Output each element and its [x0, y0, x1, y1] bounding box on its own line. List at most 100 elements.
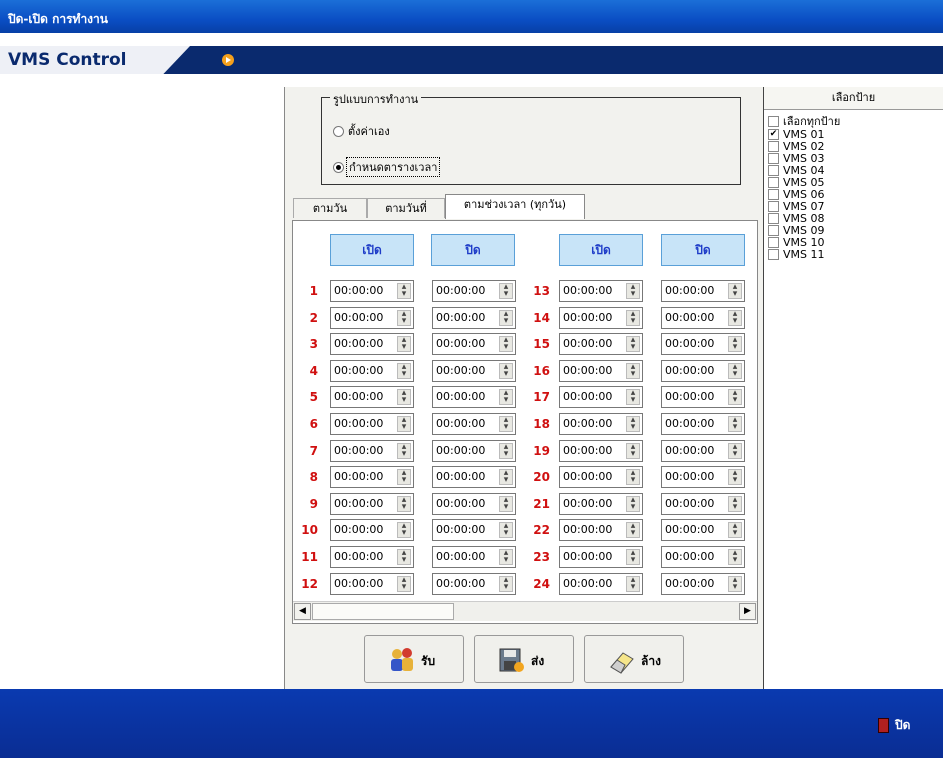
spinner-icon[interactable]: ▴ ▾: [728, 496, 742, 512]
open-time-input[interactable]: 00:00:00 ▴ ▾: [559, 360, 643, 382]
spinner-icon[interactable]: ▴ ▾: [626, 469, 640, 485]
sign-label[interactable]: VMS 01: [783, 129, 825, 140]
horizontal-scrollbar[interactable]: ◀ ▶: [293, 601, 757, 621]
spinner-icon[interactable]: ▴ ▾: [499, 469, 513, 485]
spinner-icon[interactable]: ▴ ▾: [397, 363, 411, 379]
sign-checkbox[interactable]: [768, 201, 779, 212]
clear-button[interactable]: ล้าง: [584, 635, 684, 683]
radio-schedule[interactable]: [333, 162, 344, 173]
close-time-input[interactable]: 00:00:00 ▴ ▾: [432, 466, 516, 488]
sign-label[interactable]: VMS 06: [783, 189, 825, 200]
tab-by-time-range[interactable]: ตามช่วงเวลา (ทุกวัน): [445, 194, 585, 219]
open-time-input[interactable]: 00:00:00 ▴ ▾: [330, 546, 414, 568]
close-time-input[interactable]: 00:00:00 ▴ ▾: [432, 280, 516, 302]
close-time-input[interactable]: 00:00:00 ▴ ▾: [661, 493, 745, 515]
spinner-icon[interactable]: ▴ ▾: [397, 576, 411, 592]
spinner-icon[interactable]: ▴ ▾: [499, 549, 513, 565]
close-time-input[interactable]: 00:00:00 ▴ ▾: [432, 493, 516, 515]
close-time-input[interactable]: 00:00:00 ▴ ▾: [661, 440, 745, 462]
close-time-input[interactable]: 00:00:00 ▴ ▾: [432, 386, 516, 408]
sign-label[interactable]: VMS 03: [783, 153, 825, 164]
spinner-icon[interactable]: ▴ ▾: [626, 283, 640, 299]
open-time-input[interactable]: 00:00:00 ▴ ▾: [330, 440, 414, 462]
close-time-input[interactable]: 00:00:00 ▴ ▾: [661, 333, 745, 355]
spinner-icon[interactable]: ▴ ▾: [626, 549, 640, 565]
spinner-icon[interactable]: ▴ ▾: [397, 522, 411, 538]
spinner-icon[interactable]: ▴ ▾: [626, 496, 640, 512]
spinner-icon[interactable]: ▴ ▾: [397, 549, 411, 565]
open-time-input[interactable]: 00:00:00 ▴ ▾: [559, 546, 643, 568]
spinner-icon[interactable]: ▴ ▾: [397, 389, 411, 405]
spinner-icon[interactable]: ▴ ▾: [499, 443, 513, 459]
spinner-icon[interactable]: ▴ ▾: [499, 389, 513, 405]
spinner-icon[interactable]: ▴ ▾: [499, 416, 513, 432]
spinner-icon[interactable]: ▴ ▾: [397, 469, 411, 485]
open-time-input[interactable]: 00:00:00 ▴ ▾: [330, 280, 414, 302]
close-time-input[interactable]: 00:00:00 ▴ ▾: [661, 307, 745, 329]
spinner-icon[interactable]: ▴ ▾: [626, 576, 640, 592]
sign-checkbox[interactable]: [768, 141, 779, 152]
spinner-icon[interactable]: ▴ ▾: [626, 389, 640, 405]
sign-label[interactable]: VMS 02: [783, 141, 825, 152]
spinner-icon[interactable]: ▴ ▾: [728, 469, 742, 485]
close-time-input[interactable]: 00:00:00 ▴ ▾: [432, 519, 516, 541]
spinner-icon[interactable]: ▴ ▾: [728, 522, 742, 538]
open-time-input[interactable]: 00:00:00 ▴ ▾: [559, 440, 643, 462]
open-time-input[interactable]: 00:00:00 ▴ ▾: [559, 573, 643, 595]
exit-button[interactable]: ปิด: [878, 716, 910, 735]
close-time-input[interactable]: 00:00:00 ▴ ▾: [432, 573, 516, 595]
sign-label[interactable]: VMS 07: [783, 201, 825, 212]
spinner-icon[interactable]: ▴ ▾: [397, 310, 411, 326]
open-time-input[interactable]: 00:00:00 ▴ ▾: [330, 493, 414, 515]
spinner-icon[interactable]: ▴ ▾: [499, 576, 513, 592]
close-time-input[interactable]: 00:00:00 ▴ ▾: [432, 333, 516, 355]
radio-manual[interactable]: [333, 126, 344, 137]
scroll-right-icon[interactable]: ▶: [739, 603, 756, 620]
open-time-input[interactable]: 00:00:00 ▴ ▾: [559, 333, 643, 355]
sign-checkbox[interactable]: [768, 213, 779, 224]
open-time-input[interactable]: 00:00:00 ▴ ▾: [559, 280, 643, 302]
close-time-input[interactable]: 00:00:00 ▴ ▾: [432, 360, 516, 382]
select-all-checkbox[interactable]: [768, 116, 779, 127]
close-time-input[interactable]: 00:00:00 ▴ ▾: [661, 466, 745, 488]
scroll-left-icon[interactable]: ◀: [294, 603, 311, 620]
open-time-input[interactable]: 00:00:00 ▴ ▾: [559, 386, 643, 408]
spinner-icon[interactable]: ▴ ▾: [626, 443, 640, 459]
open-time-input[interactable]: 00:00:00 ▴ ▾: [559, 493, 643, 515]
open-time-input[interactable]: 00:00:00 ▴ ▾: [330, 360, 414, 382]
close-time-input[interactable]: 00:00:00 ▴ ▾: [661, 386, 745, 408]
close-time-input[interactable]: 00:00:00 ▴ ▾: [432, 440, 516, 462]
spinner-icon[interactable]: ▴ ▾: [728, 336, 742, 352]
sign-checkbox[interactable]: [768, 237, 779, 248]
spinner-icon[interactable]: ▴ ▾: [728, 363, 742, 379]
open-time-input[interactable]: 00:00:00 ▴ ▾: [330, 413, 414, 435]
open-time-input[interactable]: 00:00:00 ▴ ▾: [330, 307, 414, 329]
select-all-label[interactable]: เลือกทุกป้าย: [783, 116, 840, 127]
open-time-input[interactable]: 00:00:00 ▴ ▾: [330, 519, 414, 541]
play-icon[interactable]: [222, 54, 234, 66]
spinner-icon[interactable]: ▴ ▾: [626, 310, 640, 326]
open-time-input[interactable]: 00:00:00 ▴ ▾: [559, 519, 643, 541]
spinner-icon[interactable]: ▴ ▾: [397, 416, 411, 432]
close-time-input[interactable]: 00:00:00 ▴ ▾: [661, 573, 745, 595]
spinner-icon[interactable]: ▴ ▾: [499, 522, 513, 538]
close-time-input[interactable]: 00:00:00 ▴ ▾: [661, 413, 745, 435]
sign-label[interactable]: VMS 11: [783, 249, 825, 260]
spinner-icon[interactable]: ▴ ▾: [397, 283, 411, 299]
sign-label[interactable]: VMS 09: [783, 225, 825, 236]
spinner-icon[interactable]: ▴ ▾: [626, 336, 640, 352]
close-time-input[interactable]: 00:00:00 ▴ ▾: [661, 360, 745, 382]
spinner-icon[interactable]: ▴ ▾: [728, 443, 742, 459]
spinner-icon[interactable]: ▴ ▾: [626, 363, 640, 379]
sign-label[interactable]: VMS 04: [783, 165, 825, 176]
sign-checkbox[interactable]: [768, 189, 779, 200]
open-time-input[interactable]: 00:00:00 ▴ ▾: [559, 307, 643, 329]
radio-schedule-label[interactable]: กำหนดตารางเวลา: [346, 157, 441, 177]
sign-checkbox[interactable]: [768, 225, 779, 236]
tab-by-day[interactable]: ตามวัน: [293, 198, 367, 218]
close-time-input[interactable]: 00:00:00 ▴ ▾: [661, 519, 745, 541]
open-time-input[interactable]: 00:00:00 ▴ ▾: [330, 333, 414, 355]
close-time-input[interactable]: 00:00:00 ▴ ▾: [661, 280, 745, 302]
open-time-input[interactable]: 00:00:00 ▴ ▾: [559, 413, 643, 435]
sign-checkbox[interactable]: [768, 249, 779, 260]
